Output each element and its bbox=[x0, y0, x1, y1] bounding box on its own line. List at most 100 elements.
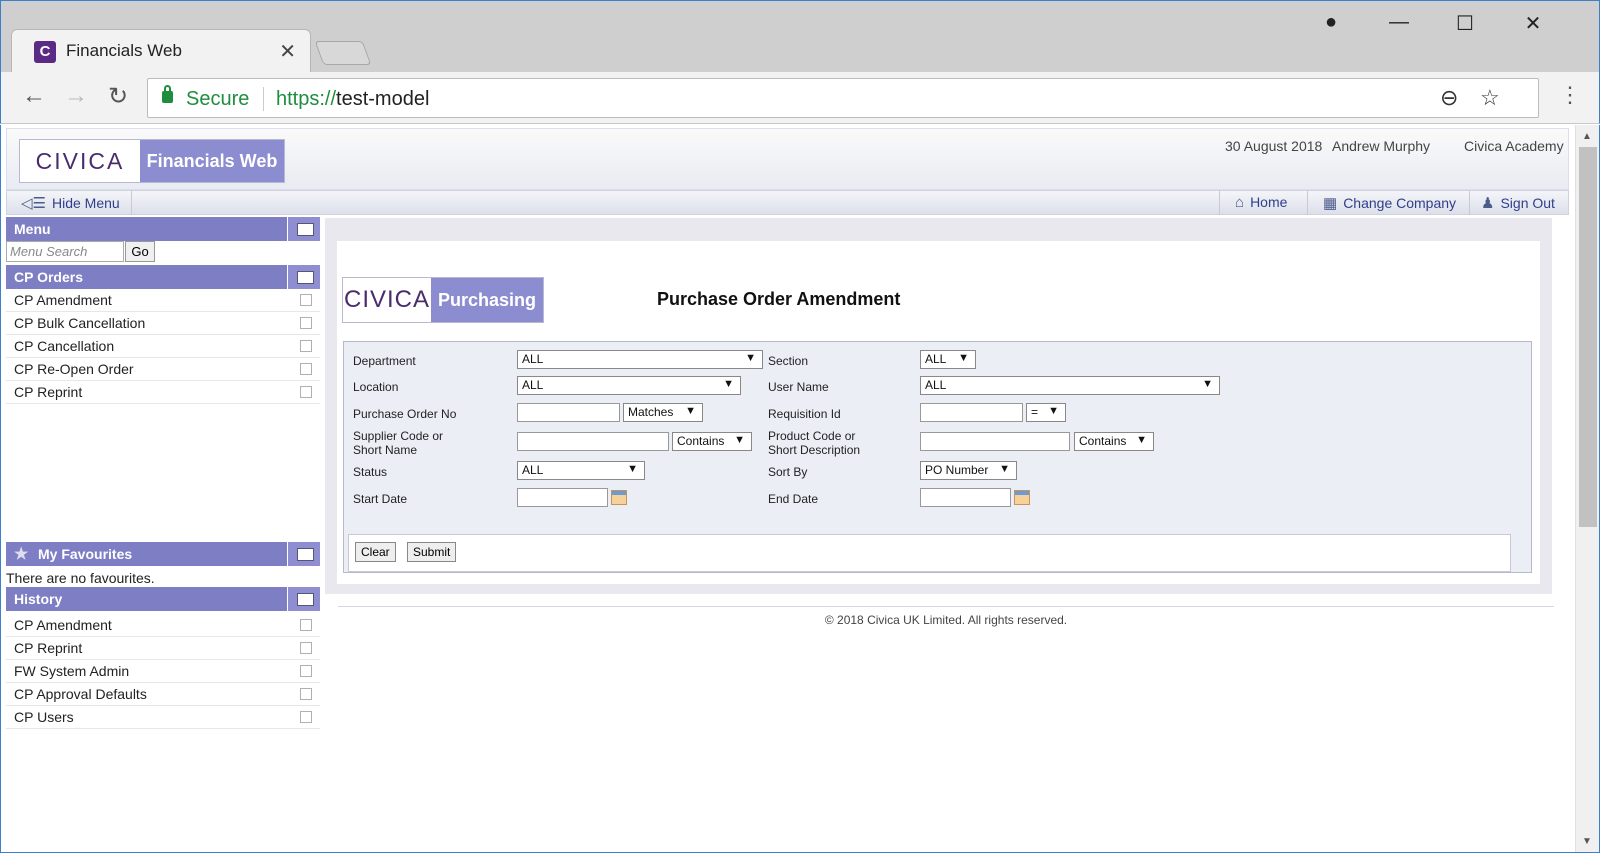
username-select[interactable]: ALL ▼ bbox=[920, 376, 1220, 395]
location-value: ALL bbox=[522, 378, 544, 392]
history-header: History bbox=[6, 587, 320, 611]
new-tab-button[interactable] bbox=[314, 41, 372, 65]
bookmark-star-icon[interactable]: ☆ bbox=[1480, 85, 1500, 111]
start-date-input[interactable] bbox=[517, 488, 608, 507]
go-button[interactable]: Go bbox=[125, 241, 155, 262]
address-bar[interactable]: Secure https://test-model ⊖ ☆ bbox=[147, 78, 1539, 118]
sidebar-item-label: CP Amendment bbox=[14, 292, 112, 308]
maximize-icon[interactable]: ☐ bbox=[1445, 11, 1485, 36]
history-item[interactable]: FW System Admin bbox=[6, 660, 320, 683]
tab-close-icon[interactable]: ✕ bbox=[279, 39, 296, 64]
app-header: CIVICA Financials Web 30 August 2018 And… bbox=[6, 128, 1569, 190]
department-select[interactable]: ALL ▼ bbox=[517, 350, 763, 369]
external-link-icon[interactable] bbox=[300, 688, 312, 700]
app-nav-bar: ◁☰ Hide Menu ⌂ Home ▦ Change Company ♟ Sign … bbox=[6, 190, 1569, 215]
panel-toggle-icon[interactable] bbox=[287, 587, 320, 611]
po-number-label: Purchase Order No bbox=[353, 407, 457, 421]
home-link[interactable]: ⌂ Home bbox=[1235, 194, 1287, 211]
menu-panel-header: Menu bbox=[6, 217, 320, 241]
sidebar-item-label: CP Re-Open Order bbox=[14, 361, 134, 377]
external-link-icon[interactable] bbox=[300, 711, 312, 723]
dropdown-arrow-icon: ▼ bbox=[1202, 378, 1213, 390]
page-scrollbar[interactable]: ▲ ▼ bbox=[1575, 125, 1599, 852]
favourites-empty-text: There are no favourites. bbox=[6, 570, 155, 586]
external-link-icon[interactable] bbox=[300, 619, 312, 631]
sidebar-item-cp-bulk-cancellation[interactable]: CP Bulk Cancellation bbox=[6, 312, 320, 335]
panel-toggle-icon[interactable] bbox=[287, 542, 320, 566]
requisition-label: Requisition Id bbox=[768, 407, 841, 421]
close-window-icon[interactable]: ✕ bbox=[1513, 11, 1553, 36]
external-link-icon[interactable] bbox=[300, 642, 312, 654]
lock-icon bbox=[162, 85, 173, 103]
sidebar-item-cp-reprint[interactable]: CP Reprint bbox=[6, 381, 320, 404]
copyright-text: © 2018 Civica UK Limited. All rights res… bbox=[824, 613, 1068, 627]
scroll-thumb[interactable] bbox=[1579, 147, 1597, 527]
sign-out-link[interactable]: ♟ Sign Out bbox=[1481, 194, 1555, 212]
status-label: Status bbox=[353, 465, 388, 479]
supplier-input[interactable] bbox=[517, 432, 669, 451]
requisition-match-select[interactable]: = ▼ bbox=[1026, 403, 1066, 422]
forward-arrow-icon[interactable]: → bbox=[61, 82, 91, 110]
panel-toggle-icon[interactable] bbox=[287, 265, 320, 289]
change-company-link[interactable]: ▦ Change Company bbox=[1323, 194, 1456, 212]
calendar-icon[interactable] bbox=[1014, 490, 1030, 505]
header-company: Civica Academy bbox=[1464, 138, 1564, 154]
status-value: ALL bbox=[522, 463, 544, 477]
product-label: Product Code or Short Description bbox=[768, 429, 860, 457]
profile-icon[interactable]: ● bbox=[1311, 11, 1351, 34]
home-label: Home bbox=[1250, 194, 1288, 210]
external-link-icon[interactable] bbox=[300, 317, 312, 329]
product-match-select[interactable]: Contains ▼ bbox=[1074, 432, 1154, 451]
external-link-icon[interactable] bbox=[300, 340, 312, 352]
product-input[interactable] bbox=[920, 432, 1070, 451]
secure-label: Secure bbox=[186, 88, 250, 110]
dropdown-arrow-icon: ▼ bbox=[1136, 434, 1147, 446]
clear-button[interactable]: Clear bbox=[355, 542, 396, 562]
browser-menu-icon[interactable]: ⋮ bbox=[1559, 82, 1581, 108]
sidebar-item-cp-cancellation[interactable]: CP Cancellation bbox=[6, 335, 320, 358]
location-select[interactable]: ALL ▼ bbox=[517, 376, 741, 395]
menu-search-input[interactable]: Menu Search bbox=[6, 241, 124, 262]
status-select[interactable]: ALL ▼ bbox=[517, 461, 645, 480]
scroll-down-icon[interactable]: ▼ bbox=[1582, 836, 1592, 847]
hide-menu-link[interactable]: ◁☰ Hide Menu bbox=[21, 194, 120, 212]
zoom-out-icon[interactable]: ⊖ bbox=[1440, 85, 1458, 111]
history-item[interactable]: CP Approval Defaults bbox=[6, 683, 320, 706]
submit-button[interactable]: Submit bbox=[407, 542, 457, 562]
scroll-up-icon[interactable]: ▲ bbox=[1582, 131, 1592, 142]
reload-icon[interactable]: ↻ bbox=[103, 82, 133, 111]
po-number-input[interactable] bbox=[517, 403, 620, 422]
tab-title: Financials Web bbox=[66, 41, 182, 60]
requisition-input[interactable] bbox=[920, 403, 1023, 422]
back-arrow-icon[interactable]: ← bbox=[19, 82, 49, 110]
external-link-icon[interactable] bbox=[300, 665, 312, 677]
supplier-label-line2: Short Name bbox=[353, 443, 418, 457]
history-item[interactable]: CP Users bbox=[6, 706, 320, 729]
calendar-icon[interactable] bbox=[611, 490, 627, 505]
history-item[interactable]: CP Amendment bbox=[6, 614, 320, 637]
start-date-label: Start Date bbox=[353, 492, 408, 506]
po-match-select[interactable]: Matches ▼ bbox=[623, 403, 703, 422]
panel-toggle-icon[interactable] bbox=[287, 217, 320, 241]
sort-by-select[interactable]: PO Number ▼ bbox=[920, 461, 1017, 480]
username-value: ALL bbox=[925, 378, 947, 392]
url-scheme: https:// bbox=[276, 88, 337, 110]
browser-tab[interactable]: C Financials Web ✕ bbox=[11, 29, 311, 73]
section-select[interactable]: ALL ▼ bbox=[920, 350, 976, 369]
sidebar-item-cp-amendment[interactable]: CP Amendment bbox=[6, 289, 320, 312]
external-link-icon[interactable] bbox=[300, 386, 312, 398]
external-link-icon[interactable] bbox=[300, 363, 312, 375]
page-content: CIVICA Financials Web 30 August 2018 And… bbox=[0, 125, 1600, 853]
external-link-icon[interactable] bbox=[300, 294, 312, 306]
history-item[interactable]: CP Reprint bbox=[6, 637, 320, 660]
favourites-header: ★ My Favourites bbox=[6, 542, 320, 566]
nav-separator bbox=[1469, 191, 1470, 215]
star-icon: ★ bbox=[14, 546, 29, 563]
minimize-icon[interactable]: — bbox=[1379, 11, 1419, 34]
end-date-input[interactable] bbox=[920, 488, 1011, 507]
supplier-match-select[interactable]: Contains ▼ bbox=[672, 432, 752, 451]
hide-menu-icon: ◁☰ bbox=[21, 195, 46, 212]
form-card: CIVICA Purchasing Purchase Order Amendme… bbox=[337, 241, 1540, 584]
building-icon: ▦ bbox=[1323, 195, 1338, 212]
sidebar-item-cp-reopen-order[interactable]: CP Re-Open Order bbox=[6, 358, 320, 381]
